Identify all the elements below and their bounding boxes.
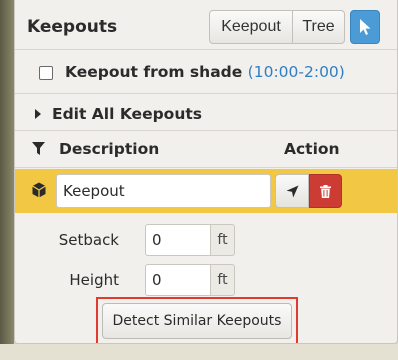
locate-button[interactable] bbox=[275, 174, 309, 208]
trash-icon bbox=[320, 184, 331, 198]
height-unit: ft bbox=[211, 264, 235, 296]
shade-option-text: Keepout from shade bbox=[65, 63, 243, 81]
select-tool-button[interactable] bbox=[350, 10, 380, 44]
shade-option-row: Keepout from shade (10:00-2:00) bbox=[15, 50, 397, 94]
description-column-header: Description bbox=[59, 140, 160, 158]
detect-similar-keepouts-button[interactable]: Detect Similar Keepouts bbox=[102, 303, 292, 339]
caret-right-icon bbox=[35, 109, 41, 119]
view-toggle-group: Keepout Tree bbox=[209, 10, 345, 44]
setback-unit: ft bbox=[211, 224, 235, 256]
tree-view-button[interactable]: Tree bbox=[293, 10, 345, 44]
setback-input[interactable] bbox=[145, 224, 211, 256]
table-row[interactable] bbox=[15, 169, 397, 213]
panel-title: Keepouts bbox=[27, 17, 118, 37]
edit-all-row[interactable]: Edit All Keepouts bbox=[15, 95, 397, 131]
cursor-pointer-icon bbox=[360, 19, 371, 35]
keepouts-panel: Keepouts Keepout Tree Keepout from shade… bbox=[14, 0, 398, 344]
height-input[interactable] bbox=[145, 264, 211, 296]
cube-icon bbox=[32, 182, 46, 198]
shade-option-label[interactable]: Keepout from shade (10:00-2:00) bbox=[65, 63, 345, 81]
height-label: Height bbox=[69, 271, 119, 289]
location-arrow-icon bbox=[286, 185, 298, 197]
action-column-header: Action bbox=[284, 140, 340, 158]
shade-checkbox[interactable] bbox=[39, 66, 53, 80]
filter-icon[interactable] bbox=[32, 142, 45, 156]
shade-time-range: (10:00-2:00) bbox=[247, 63, 345, 81]
panel-header: Keepouts Keepout Tree bbox=[15, 0, 397, 50]
map-background-left bbox=[0, 0, 14, 360]
delete-button[interactable] bbox=[309, 174, 342, 208]
keepout-name-input[interactable] bbox=[56, 174, 271, 208]
keepout-view-button[interactable]: Keepout bbox=[209, 10, 293, 44]
map-background-bottom bbox=[0, 344, 398, 360]
table-header: Description Action bbox=[15, 132, 397, 168]
edit-all-label: Edit All Keepouts bbox=[52, 105, 202, 123]
setback-label: Setback bbox=[58, 231, 119, 249]
